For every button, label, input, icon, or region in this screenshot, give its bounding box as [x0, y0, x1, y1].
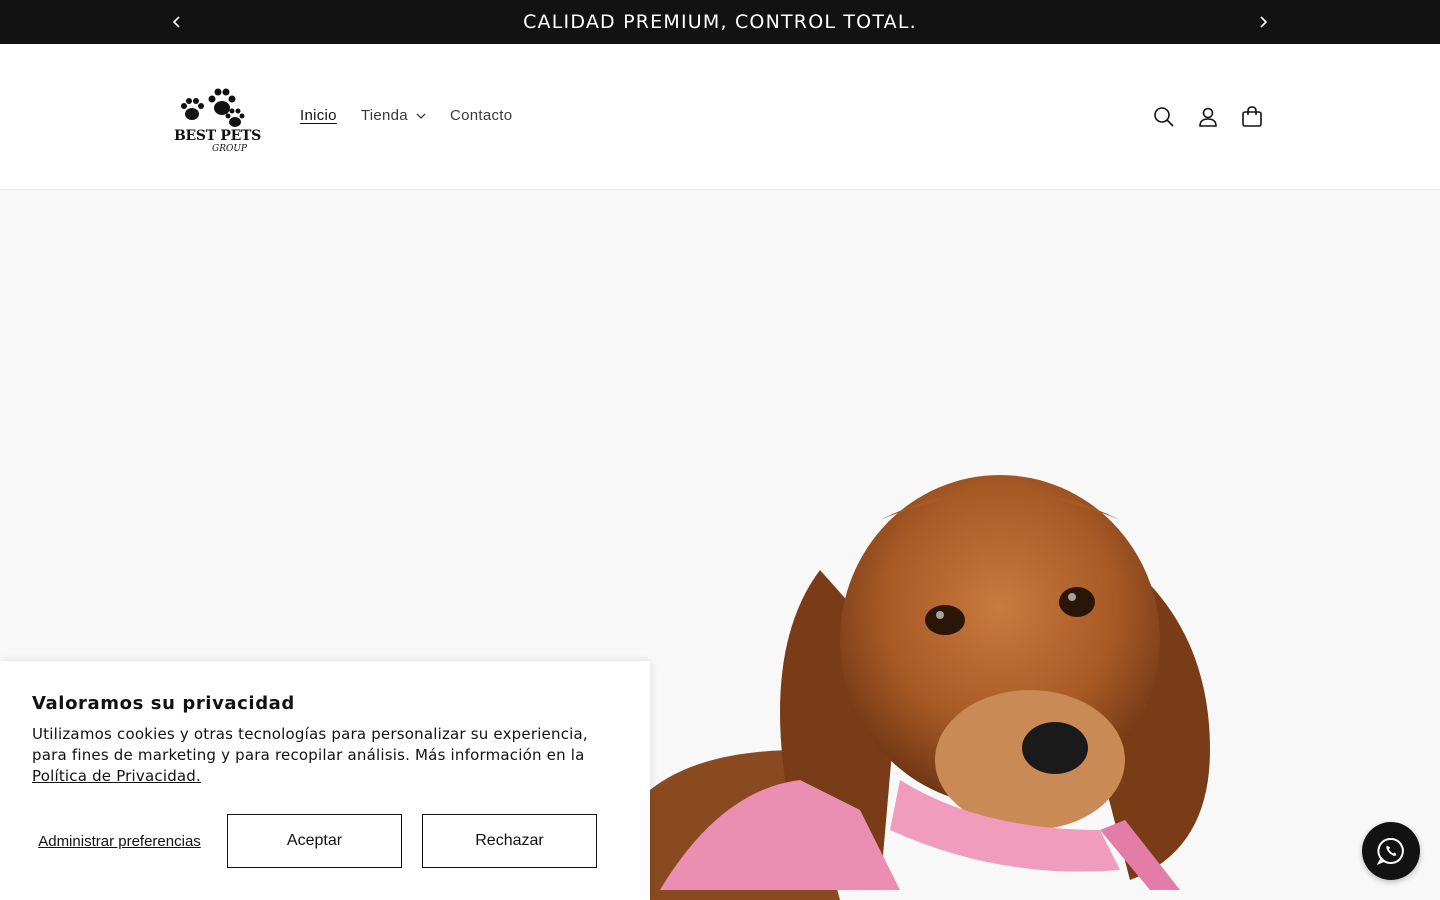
paw-prints-icon: [181, 88, 245, 127]
cookie-actions: Administrar preferencias Aceptar Rechaza…: [32, 814, 597, 868]
whatsapp-button[interactable]: [1362, 822, 1420, 880]
announcement-bar: CALIDAD PREMIUM, CONTROL TOTAL.: [0, 0, 1440, 44]
whatsapp-icon: [1376, 837, 1404, 866]
manage-preferences-link[interactable]: Administrar preferencias: [32, 832, 207, 851]
cookie-body: Utilizamos cookies y otras tecnologías p…: [32, 724, 612, 787]
chevron-left-icon[interactable]: [165, 10, 189, 34]
nav-item-inicio[interactable]: Inicio: [300, 107, 337, 124]
cookie-banner: Valoramos su privacidad Utilizamos cooki…: [0, 661, 650, 900]
account-icon[interactable]: [1186, 105, 1230, 129]
cookie-body-text: Utilizamos cookies y otras tecnologías p…: [32, 725, 588, 764]
nav-item-contacto[interactable]: Contacto: [450, 107, 512, 124]
chevron-down-icon: [416, 113, 426, 119]
cart-icon[interactable]: [1230, 105, 1274, 129]
privacy-policy-link[interactable]: Política de Privacidad.: [32, 767, 201, 785]
nav-item-label: Tienda: [360, 107, 408, 124]
main-nav: Inicio Tienda Contacto: [300, 107, 536, 124]
header-icons: [1142, 105, 1274, 129]
logo-text: BEST PETS: [174, 128, 261, 144]
logo-subtext: GROUP: [212, 144, 247, 154]
announcement-text: CALIDAD PREMIUM, CONTROL TOTAL.: [523, 11, 917, 33]
site-header: BEST PETS GROUP Inicio Tienda Contacto: [0, 44, 1440, 190]
logo[interactable]: BEST PETS GROUP: [168, 84, 264, 156]
nav-item-tienda[interactable]: Tienda: [361, 107, 426, 124]
search-icon[interactable]: [1142, 105, 1186, 129]
cookie-title: Valoramos su privacidad: [32, 693, 295, 714]
reject-button[interactable]: Rechazar: [422, 814, 597, 868]
chevron-right-icon[interactable]: [1251, 10, 1275, 34]
accept-button[interactable]: Aceptar: [227, 814, 402, 868]
